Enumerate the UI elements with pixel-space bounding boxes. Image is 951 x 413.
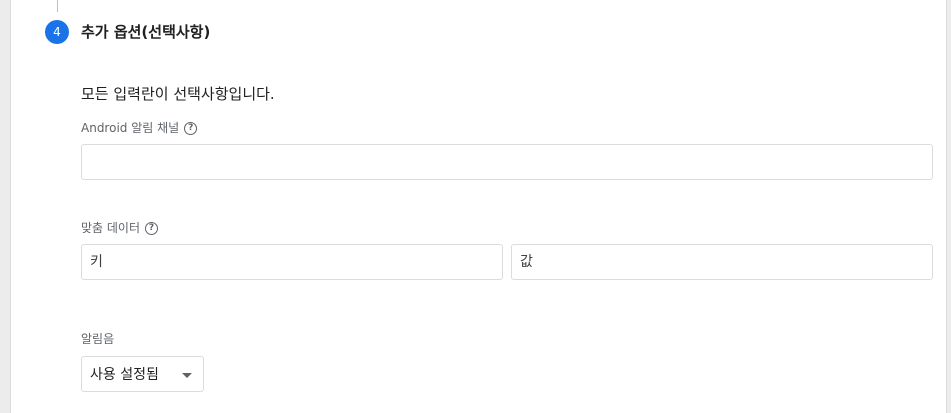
custom-data-label-text: 맞춤 데이터: [81, 221, 141, 235]
android-channel-input[interactable]: [81, 144, 933, 180]
additional-options-card: 4 추가 옵션(선택사항) 모든 입력란이 선택사항입니다. Android 알…: [10, 0, 947, 413]
sound-select-value: 사용 설정됨: [90, 367, 159, 383]
custom-data-key-input[interactable]: [81, 244, 503, 280]
android-channel-label-text: Android 알림 채널: [81, 121, 180, 135]
sound-select[interactable]: 사용 설정됨: [81, 356, 204, 392]
dropdown-arrow-icon: [182, 373, 192, 378]
custom-data-label: 맞춤 데이터 ?: [81, 220, 159, 236]
step-connector-line: [57, 0, 58, 12]
android-channel-label: Android 알림 채널 ?: [81, 120, 198, 136]
step-title: 추가 옵션(선택사항): [81, 23, 211, 41]
step-number-badge: 4: [45, 20, 69, 44]
help-icon[interactable]: ?: [145, 221, 159, 235]
intro-text: 모든 입력란이 선택사항입니다.: [81, 85, 275, 103]
help-icon[interactable]: ?: [184, 121, 198, 135]
sound-label-text: 알림음: [81, 332, 115, 346]
custom-data-value-input[interactable]: [511, 244, 933, 280]
sound-label: 알림음: [81, 331, 114, 347]
